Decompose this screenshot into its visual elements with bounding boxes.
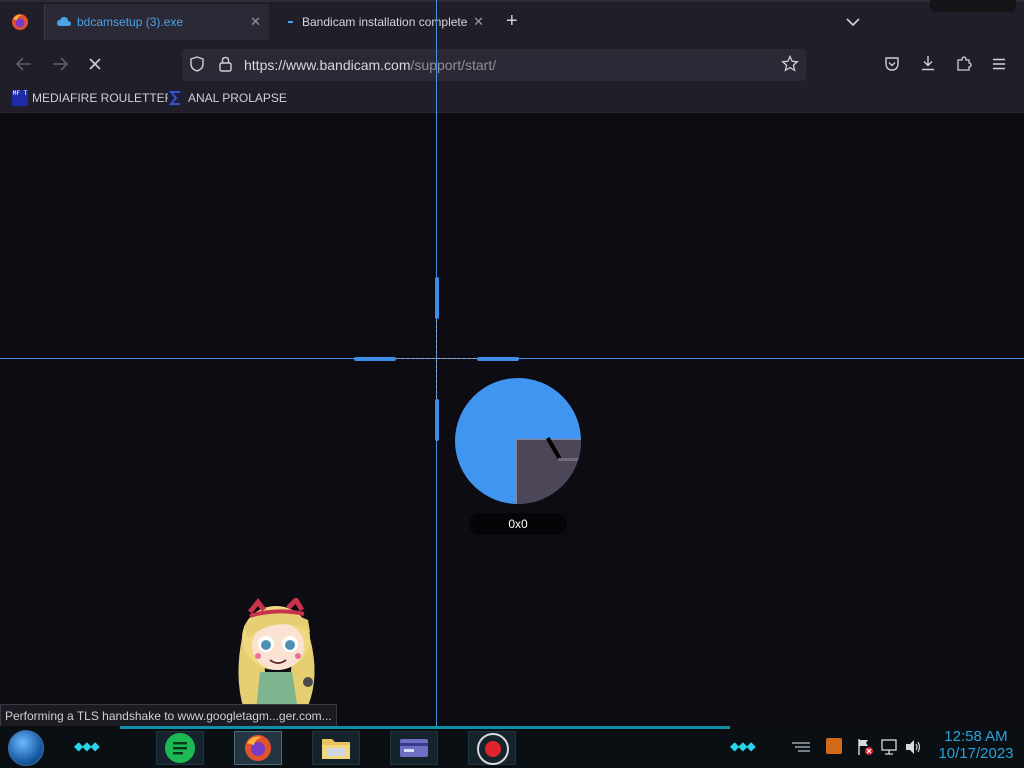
url-host: https://www.bandicam.com [244,57,411,73]
firefox-menu-icon[interactable] [10,12,30,32]
window-frame-element [930,0,1016,12]
pocket-icon[interactable] [884,56,900,77]
tray-app-icon[interactable] [826,738,842,754]
crosshair-tick-right [477,357,519,361]
tab-strip-edge [0,0,1024,2]
extensions-icon[interactable] [956,55,972,76]
taskbar-accent-glow [120,726,730,729]
tab-bandicam-installation[interactable]: Bandicam installation complete ✕ [270,4,492,40]
bookmark-label: MEDIAFIRE ROULETTER [32,91,174,105]
taskbar-app-window[interactable] [390,731,438,765]
bookmark-label: ANAL PROLAPSE [188,91,287,105]
loading-status-panel: Performing a TLS handshake to www.google… [0,704,337,727]
start-orb-icon[interactable] [8,730,44,766]
stop-loading-icon[interactable] [88,57,102,76]
url-path: /support/start/ [410,57,497,73]
downloads-icon[interactable] [920,55,936,76]
cloud-download-icon [57,16,71,31]
capture-size-label: 0x0 [469,513,567,535]
folder-icon [321,736,351,765]
magnified-pixels [516,437,581,504]
crosshair-tick-top [435,277,439,319]
app-card-icon [399,738,429,763]
taskbar-file-explorer[interactable] [312,731,360,765]
mediafire-favicon: MF T [12,90,28,106]
crosshair-tick-left [354,357,396,361]
taskbar-firefox[interactable] [234,731,282,765]
tray-overflow-icon[interactable] [790,740,812,759]
tab-label: Bandicam installation complete [302,15,468,29]
back-arrow-icon[interactable] [15,57,32,76]
crosshair-center-dash-v [436,320,437,398]
firefox-icon [243,733,273,768]
crosshair-tick-bottom [435,399,439,441]
taskbar-chevron-decor-left: ◆◆◆ [74,739,100,753]
tab-bdcamsetup[interactable]: bdcamsetup (3).exe ✕ [44,4,269,40]
lock-icon[interactable] [219,56,232,77]
volume-icon[interactable] [904,738,922,761]
clock-time: 12:58 AM [944,728,1008,745]
tracking-protection-shield-icon[interactable] [190,56,204,77]
bookmark-star-icon[interactable] [781,54,799,78]
sigma-favicon [168,90,184,106]
spotify-icon [165,733,195,763]
magnifier-loupe [455,378,581,504]
taskbar-spotify[interactable] [156,731,204,765]
new-tab-button[interactable]: + [506,10,518,33]
action-center-flag-icon[interactable] [856,738,874,761]
app-menu-icon[interactable] [992,57,1006,75]
tab-close-icon[interactable]: ✕ [473,14,484,30]
taskbar-clock[interactable]: 12:58 AM 10/17/2023 [930,728,1022,762]
list-all-tabs-icon[interactable] [846,14,860,32]
tab-close-icon[interactable]: ✕ [250,14,261,30]
status-text: Performing a TLS handshake to www.google… [5,708,332,723]
bandicam-record-icon [477,733,509,765]
forward-arrow-icon[interactable] [52,57,69,76]
magnified-cursor [546,437,562,460]
bookmark-second[interactable]: ANAL PROLAPSE [168,90,287,106]
clock-date: 10/17/2023 [938,745,1014,762]
tab-loading-indicator [288,21,293,23]
tab-label: bdcamsetup (3).exe [77,15,184,29]
bookmark-mediafire-rouletter[interactable]: MF T MEDIAFIRE ROULETTER [12,90,173,106]
taskbar-chevron-decor-right: ◆◆◆ [730,739,756,753]
url-text[interactable]: https://www.bandicam.com/support/start/ [244,57,496,73]
taskbar-bandicam[interactable] [468,731,516,765]
network-icon[interactable] [880,738,898,761]
